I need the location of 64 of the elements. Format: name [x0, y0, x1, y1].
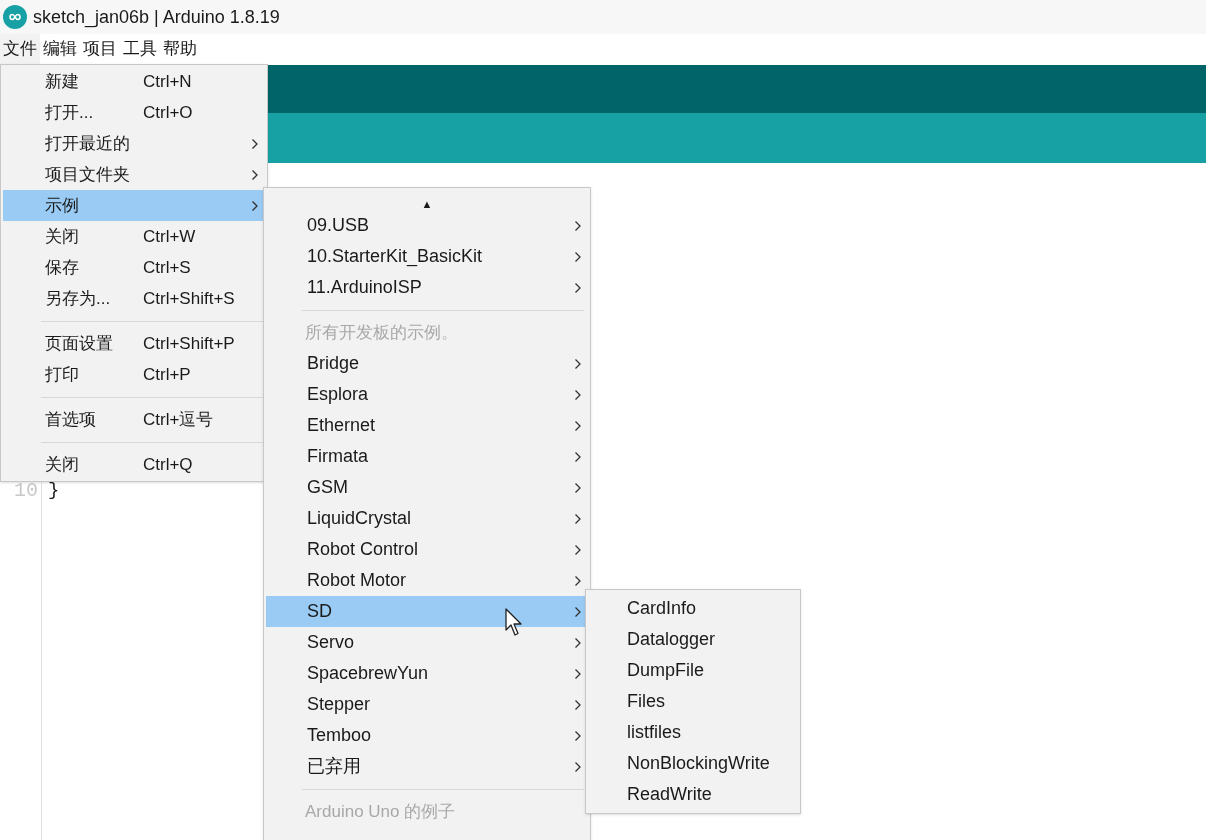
menu-item[interactable]: Bridge	[266, 348, 588, 379]
menu-item[interactable]: Robot Motor	[266, 565, 588, 596]
menu-item[interactable]: Firmata	[266, 441, 588, 472]
menu-item[interactable]: 示例	[3, 190, 265, 221]
menu-bar-item[interactable]: 编辑	[40, 34, 80, 64]
menu-bar-item[interactable]: 帮助	[160, 34, 200, 64]
chevron-right-icon	[574, 219, 582, 232]
menu-item[interactable]: DumpFile	[586, 655, 800, 686]
menu-item[interactable]: 打开最近的	[3, 128, 265, 159]
menu-item[interactable]: 打开... Ctrl+O	[3, 97, 265, 128]
chevron-right-icon	[574, 667, 582, 680]
menu-bar-item[interactable]: 项目	[80, 34, 120, 64]
menu-item[interactable]: 项目文件夹	[3, 159, 265, 190]
chevron-right-icon	[574, 698, 582, 711]
menu-item[interactable]: ReadWrite	[586, 779, 800, 810]
menu-item[interactable]: Stepper	[266, 689, 588, 720]
menu-item[interactable]: NonBlockingWrite	[586, 748, 800, 779]
menu-item[interactable]: Datalogger	[586, 624, 800, 655]
menu-item[interactable]: Files	[586, 686, 800, 717]
chevron-right-icon	[574, 760, 582, 773]
menu-item[interactable]: LiquidCrystal	[266, 503, 588, 534]
menu-bar-item[interactable]: 工具	[120, 34, 160, 64]
window-title: sketch_jan06b | Arduino 1.8.19	[33, 5, 280, 30]
menu-item[interactable]: Esplora	[266, 379, 588, 410]
menu-item[interactable]: 打印 Ctrl+P	[3, 359, 265, 390]
menu-item[interactable]: 关闭 Ctrl+W	[3, 221, 265, 252]
chevron-right-icon	[574, 481, 582, 494]
menu-item[interactable]: 保存 Ctrl+S	[3, 252, 265, 283]
menu-item[interactable]: 关闭 Ctrl+Q	[3, 449, 265, 480]
chevron-right-icon	[574, 636, 582, 649]
menu-item[interactable]: 首选项 Ctrl+逗号	[3, 404, 265, 435]
chevron-right-icon	[574, 543, 582, 556]
menu-item[interactable]: 11.ArduinoISP	[266, 272, 588, 303]
menu-item[interactable]: GSM	[266, 472, 588, 503]
menu-item[interactable]: 09.USB	[266, 210, 588, 241]
menu-item[interactable]: Servo	[266, 627, 588, 658]
menu-item[interactable]: 另存为... Ctrl+Shift+S	[3, 283, 265, 314]
chevron-right-icon	[574, 357, 582, 370]
menu-item[interactable]: SD	[266, 596, 588, 627]
chevron-right-icon	[574, 605, 582, 618]
code-line: }	[48, 479, 60, 501]
menu-item[interactable]: CardInfo	[586, 593, 800, 624]
chevron-right-icon	[574, 450, 582, 463]
chevron-right-icon	[574, 250, 582, 263]
menu-item[interactable]: 页面设置 Ctrl+Shift+P	[3, 328, 265, 359]
menu-item[interactable]: 已弃用	[266, 751, 588, 782]
chevron-right-icon	[574, 729, 582, 742]
menu-item[interactable]: Temboo	[266, 720, 588, 751]
chevron-right-icon	[574, 281, 582, 294]
menu-item[interactable]: SpacebrewYun	[266, 658, 588, 689]
menu-item[interactable]: Robot Control	[266, 534, 588, 565]
menu-item[interactable]: 新建 Ctrl+N	[3, 66, 265, 97]
menu-item[interactable]: listfiles	[586, 717, 800, 748]
chevron-right-icon	[574, 574, 582, 587]
scroll-up-arrow[interactable]: ▲	[421, 199, 433, 210]
menu-item[interactable]: 10.StarterKit_BasicKit	[266, 241, 588, 272]
chevron-right-icon	[574, 388, 582, 401]
chevron-right-icon	[574, 419, 582, 432]
app-logo-icon	[3, 5, 27, 29]
menu-item[interactable]: Ethernet	[266, 410, 588, 441]
menu-bar-item[interactable]: 文件	[0, 34, 40, 64]
menu-section-header: 所有开发板的示例。	[305, 321, 458, 344]
chevron-right-icon	[574, 512, 582, 525]
menu-section-header: Arduino Uno 的例子	[305, 800, 456, 823]
